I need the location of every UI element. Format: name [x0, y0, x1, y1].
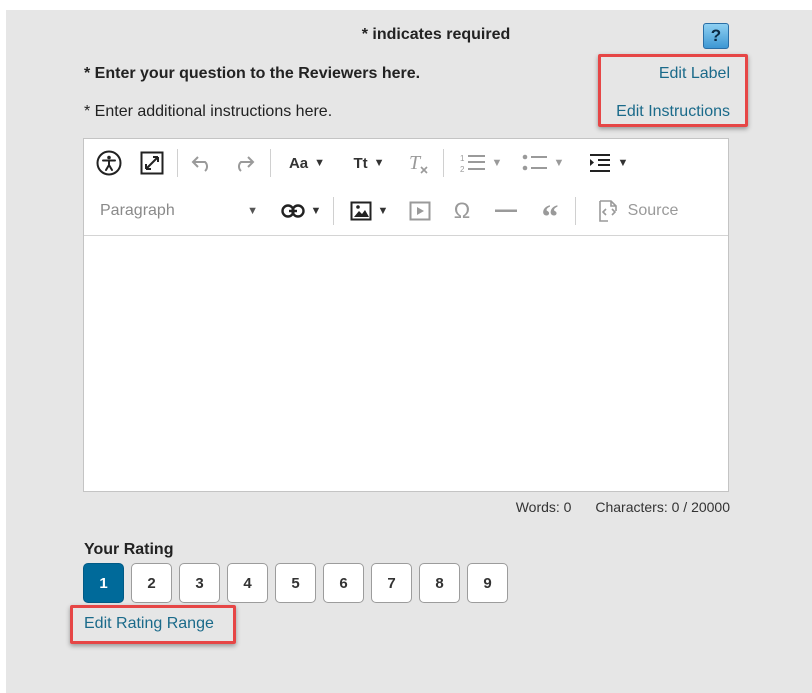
font-size-dropdown[interactable]: Tt ▼	[346, 149, 392, 177]
link-dropdown[interactable]: ▼	[276, 197, 326, 225]
editor-toolbar: Aa ▼ Tt ▼ T 1 2 ▼ ▼ ▼ Paragraph ▼ ▼ ▼ Ω …	[84, 139, 728, 236]
chevron-down-icon: ▼	[247, 205, 258, 217]
blockquote-icon[interactable]: “	[536, 197, 564, 235]
highlight-box-rating-range	[70, 605, 236, 644]
toolbar-separator	[270, 149, 271, 177]
rating-option-2[interactable]: 2	[131, 563, 172, 603]
svg-text:T: T	[409, 152, 422, 174]
rating-option-3[interactable]: 3	[179, 563, 220, 603]
chevron-down-icon: ▼	[553, 157, 565, 169]
fullscreen-icon[interactable]	[138, 149, 166, 177]
undo-icon[interactable]	[188, 149, 216, 177]
font-family-dropdown[interactable]: Aa ▼	[283, 149, 331, 177]
chevron-down-icon: ▼	[373, 157, 385, 169]
chevron-down-icon: ▼	[310, 205, 322, 217]
toolbar-separator	[575, 197, 576, 225]
paragraph-style-label: Paragraph	[100, 202, 175, 219]
editor-content-area[interactable]	[84, 236, 728, 491]
rating-label: Your Rating	[84, 541, 174, 558]
help-button[interactable]: ?	[703, 23, 729, 49]
indent-dropdown[interactable]: ▼	[581, 149, 635, 177]
rich-text-editor: Aa ▼ Tt ▼ T 1 2 ▼ ▼ ▼ Paragraph ▼ ▼ ▼ Ω …	[83, 138, 729, 492]
horizontal-line-icon[interactable]	[492, 197, 520, 225]
chevron-down-icon: ▼	[491, 157, 503, 169]
bulleted-list-dropdown[interactable]: ▼	[516, 149, 570, 177]
remove-format-icon[interactable]: T	[404, 149, 432, 177]
chevron-down-icon: ▼	[617, 157, 629, 169]
redo-icon[interactable]	[230, 149, 258, 177]
rating-option-4[interactable]: 4	[227, 563, 268, 603]
source-icon	[598, 200, 617, 222]
accessibility-icon[interactable]	[94, 149, 124, 177]
question-label: * Enter your question to the Reviewers h…	[84, 65, 421, 82]
special-characters-icon[interactable]: Ω	[448, 197, 476, 225]
highlight-box-edit-links	[598, 54, 748, 127]
rating-option-5[interactable]: 5	[275, 563, 316, 603]
rating-option-9[interactable]: 9	[467, 563, 508, 603]
chevron-down-icon: ▼	[314, 157, 326, 169]
toolbar-separator	[443, 149, 444, 177]
source-button[interactable]: Source	[590, 197, 684, 225]
rating-option-7[interactable]: 7	[371, 563, 412, 603]
font-family-icon: Aa	[288, 154, 309, 172]
numbered-list-dropdown[interactable]: 1 2 ▼	[454, 149, 508, 177]
word-character-counts: Words: 0 Characters: 0 / 20000	[496, 499, 730, 515]
source-label: Source	[627, 202, 679, 219]
required-note: * indicates required	[361, 26, 511, 43]
rating-option-1[interactable]: 1	[83, 563, 124, 603]
svg-text:2: 2	[460, 165, 465, 174]
instructions-label: * Enter additional instructions here.	[84, 103, 333, 120]
font-size-icon: Tt	[353, 154, 368, 172]
svg-text:1: 1	[460, 154, 465, 163]
character-count: Characters: 0 / 20000	[595, 499, 730, 515]
rating-options: 123456789	[83, 563, 515, 603]
rating-option-6[interactable]: 6	[323, 563, 364, 603]
image-dropdown[interactable]: ▼	[344, 197, 394, 225]
paragraph-style-dropdown[interactable]: Paragraph ▼	[100, 197, 258, 225]
word-count: Words: 0	[515, 499, 572, 515]
toolbar-separator	[177, 149, 178, 177]
toolbar-separator	[333, 197, 334, 225]
rating-option-8[interactable]: 8	[419, 563, 460, 603]
chevron-down-icon: ▼	[377, 205, 389, 217]
media-icon[interactable]	[406, 197, 434, 225]
